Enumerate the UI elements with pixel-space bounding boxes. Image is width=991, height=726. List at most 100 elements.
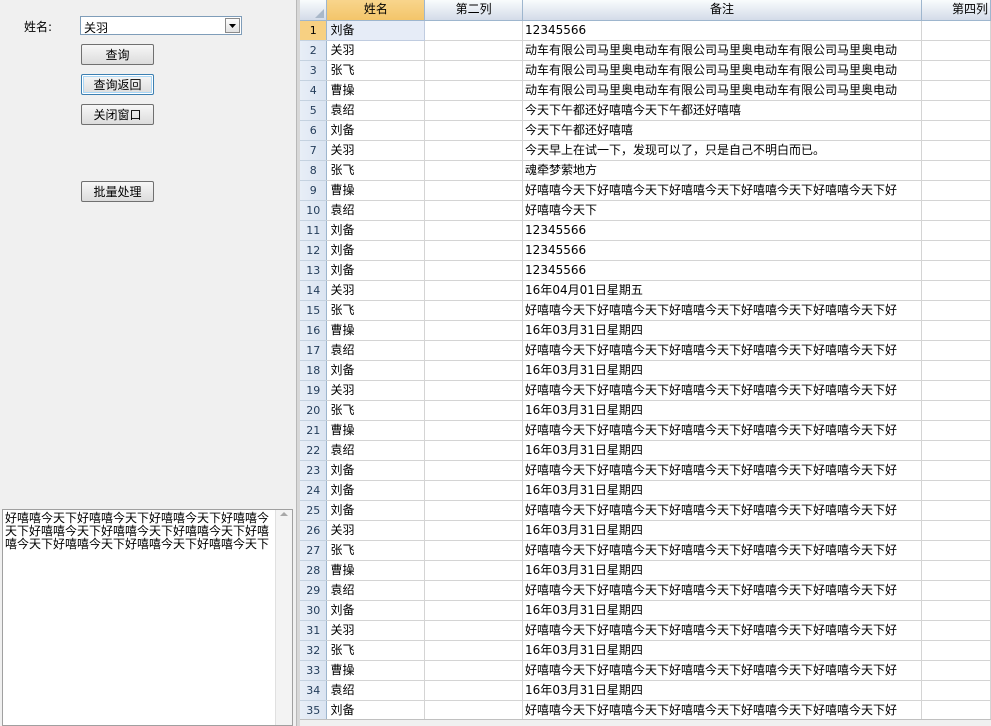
cell-col2[interactable] bbox=[424, 140, 524, 161]
row-header[interactable]: 22 bbox=[300, 440, 328, 461]
row-header[interactable]: 5 bbox=[300, 100, 328, 121]
cell-col2[interactable] bbox=[424, 380, 524, 401]
row-header[interactable]: 23 bbox=[300, 460, 328, 481]
cell-name[interactable]: 曹操 bbox=[326, 420, 426, 441]
cell-col2[interactable] bbox=[424, 180, 524, 201]
cell-note[interactable]: 12345566 bbox=[522, 220, 922, 241]
cell-col2[interactable] bbox=[424, 400, 524, 421]
data-grid[interactable]: 姓名 第二列 备注 第四列 1 刘备 12345566 2 关羽 动车有限公司马里奥电动车… bbox=[300, 0, 991, 726]
cell-note[interactable]: 16年03月31日星期四 bbox=[522, 320, 922, 341]
cell-note[interactable]: 16年03月31日星期四 bbox=[522, 560, 922, 581]
select-all-corner[interactable] bbox=[300, 0, 328, 21]
cell-col2[interactable] bbox=[424, 540, 524, 561]
cell-col2[interactable] bbox=[424, 60, 524, 81]
cell-name[interactable]: 刘备 bbox=[326, 240, 426, 261]
row-header[interactable]: 31 bbox=[300, 620, 328, 641]
row-header[interactable]: 14 bbox=[300, 280, 328, 301]
cell-name[interactable]: 曹操 bbox=[326, 180, 426, 201]
batch-process-button[interactable]: 批量处理 bbox=[81, 181, 154, 202]
cell-col4[interactable] bbox=[921, 620, 991, 641]
cell-col4[interactable] bbox=[921, 220, 991, 241]
cell-name[interactable]: 张飞 bbox=[326, 400, 426, 421]
row-header[interactable]: 9 bbox=[300, 180, 328, 201]
cell-col2[interactable] bbox=[424, 420, 524, 441]
cell-col4[interactable] bbox=[921, 360, 991, 381]
cell-note[interactable]: 动车有限公司马里奥电动车有限公司马里奥电动车有限公司马里奥电动 bbox=[522, 80, 922, 101]
cell-note[interactable]: 动车有限公司马里奥电动车有限公司马里奥电动车有限公司马里奥电动 bbox=[522, 60, 922, 81]
row-header[interactable]: 34 bbox=[300, 680, 328, 701]
cell-name[interactable]: 张飞 bbox=[326, 160, 426, 181]
query-return-button[interactable]: 查询返回 bbox=[81, 74, 154, 95]
cell-name[interactable]: 张飞 bbox=[326, 300, 426, 321]
row-header[interactable]: 32 bbox=[300, 640, 328, 661]
row-header[interactable]: 17 bbox=[300, 340, 328, 361]
cell-name[interactable]: 张飞 bbox=[326, 60, 426, 81]
table-row[interactable]: 32 张飞 16年03月31日星期四 bbox=[300, 640, 991, 661]
cell-col4[interactable] bbox=[921, 40, 991, 61]
row-header[interactable]: 16 bbox=[300, 320, 328, 341]
table-row[interactable]: 33 曹操 好嘻嘻今天下好嘻嘻今天下好嘻嘻今天下好嘻嘻今天下好嘻嘻今天下好 bbox=[300, 660, 991, 681]
table-row[interactable]: 27 张飞 好嘻嘻今天下好嘻嘻今天下好嘻嘻今天下好嘻嘻今天下好嘻嘻今天下好 bbox=[300, 540, 991, 561]
table-row[interactable]: 29 袁绍 好嘻嘻今天下好嘻嘻今天下好嘻嘻今天下好嘻嘻今天下好嘻嘻今天下好 bbox=[300, 580, 991, 601]
cell-note[interactable]: 好嘻嘻今天下好嘻嘻今天下好嘻嘻今天下好嘻嘻今天下好嘻嘻今天下好 bbox=[522, 340, 922, 361]
row-header[interactable]: 28 bbox=[300, 560, 328, 581]
cell-col2[interactable] bbox=[424, 160, 524, 181]
table-row[interactable]: 19 关羽 好嘻嘻今天下好嘻嘻今天下好嘻嘻今天下好嘻嘻今天下好嘻嘻今天下好 bbox=[300, 380, 991, 401]
table-row[interactable]: 20 张飞 16年03月31日星期四 bbox=[300, 400, 991, 421]
row-header[interactable]: 25 bbox=[300, 500, 328, 521]
cell-col4[interactable] bbox=[921, 500, 991, 521]
cell-name[interactable]: 袁绍 bbox=[326, 440, 426, 461]
cell-col4[interactable] bbox=[921, 400, 991, 421]
cell-note[interactable]: 16年03月31日星期四 bbox=[522, 360, 922, 381]
cell-col4[interactable] bbox=[921, 80, 991, 101]
cell-name[interactable]: 张飞 bbox=[326, 540, 426, 561]
cell-note[interactable]: 好嘻嘻今天下好嘻嘻今天下好嘻嘻今天下好嘻嘻今天下好嘻嘻今天下好 bbox=[522, 420, 922, 441]
cell-col4[interactable] bbox=[921, 700, 991, 721]
row-header[interactable]: 35 bbox=[300, 700, 328, 721]
cell-col2[interactable] bbox=[424, 620, 524, 641]
cell-name[interactable]: 袁绍 bbox=[326, 580, 426, 601]
row-header[interactable]: 27 bbox=[300, 540, 328, 561]
table-row[interactable]: 25 刘备 好嘻嘻今天下好嘻嘻今天下好嘻嘻今天下好嘻嘻今天下好嘻嘻今天下好 bbox=[300, 500, 991, 521]
cell-note[interactable]: 12345566 bbox=[522, 240, 922, 261]
cell-col2[interactable] bbox=[424, 700, 524, 721]
cell-col4[interactable] bbox=[921, 240, 991, 261]
cell-note[interactable]: 16年03月31日星期四 bbox=[522, 640, 922, 661]
row-header[interactable]: 29 bbox=[300, 580, 328, 601]
name-combobox[interactable]: 关羽 bbox=[80, 16, 242, 35]
cell-col4[interactable] bbox=[921, 380, 991, 401]
cell-note[interactable]: 16年03月31日星期四 bbox=[522, 680, 922, 701]
cell-col2[interactable] bbox=[424, 640, 524, 661]
row-header[interactable]: 6 bbox=[300, 120, 328, 141]
cell-name[interactable]: 刘备 bbox=[326, 700, 426, 721]
query-button[interactable]: 查询 bbox=[81, 44, 154, 65]
cell-name[interactable]: 关羽 bbox=[326, 520, 426, 541]
cell-note[interactable]: 好嘻嘻今天下好嘻嘻今天下好嘻嘻今天下好嘻嘻今天下好嘻嘻今天下好 bbox=[522, 460, 922, 481]
table-row[interactable]: 10 袁绍 好嘻嘻今天下 bbox=[300, 200, 991, 221]
table-row[interactable]: 4 曹操 动车有限公司马里奥电动车有限公司马里奥电动车有限公司马里奥电动 bbox=[300, 80, 991, 101]
cell-name[interactable]: 关羽 bbox=[326, 40, 426, 61]
cell-name[interactable]: 刘备 bbox=[326, 360, 426, 381]
cell-col2[interactable] bbox=[424, 680, 524, 701]
cell-name[interactable]: 张飞 bbox=[326, 640, 426, 661]
table-row[interactable]: 16 曹操 16年03月31日星期四 bbox=[300, 320, 991, 341]
cell-note[interactable]: 今天下午都还好嘻嘻今天下午都还好嘻嘻 bbox=[522, 100, 922, 121]
cell-name[interactable]: 刘备 bbox=[326, 220, 426, 241]
cell-col2[interactable] bbox=[424, 80, 524, 101]
table-row[interactable]: 12 刘备 12345566 bbox=[300, 240, 991, 261]
cell-col2[interactable] bbox=[424, 480, 524, 501]
cell-name[interactable]: 袁绍 bbox=[326, 340, 426, 361]
cell-name[interactable]: 刘备 bbox=[326, 19, 426, 41]
cell-col4[interactable] bbox=[921, 300, 991, 321]
cell-note[interactable]: 好嘻嘻今天下 bbox=[522, 200, 922, 221]
cell-note[interactable]: 好嘻嘻今天下好嘻嘻今天下好嘻嘻今天下好嘻嘻今天下好嘻嘻今天下好 bbox=[522, 660, 922, 681]
cell-col4[interactable] bbox=[921, 520, 991, 541]
cell-note[interactable]: 16年03月31日星期四 bbox=[522, 440, 922, 461]
cell-col4[interactable] bbox=[921, 460, 991, 481]
cell-name[interactable]: 刘备 bbox=[326, 600, 426, 621]
cell-col4[interactable] bbox=[921, 560, 991, 581]
cell-note[interactable]: 好嘻嘻今天下好嘻嘻今天下好嘻嘻今天下好嘻嘻今天下好嘻嘻今天下好 bbox=[522, 580, 922, 601]
cell-name[interactable]: 曹操 bbox=[326, 320, 426, 341]
cell-col4[interactable] bbox=[921, 180, 991, 201]
cell-col4[interactable] bbox=[921, 420, 991, 441]
